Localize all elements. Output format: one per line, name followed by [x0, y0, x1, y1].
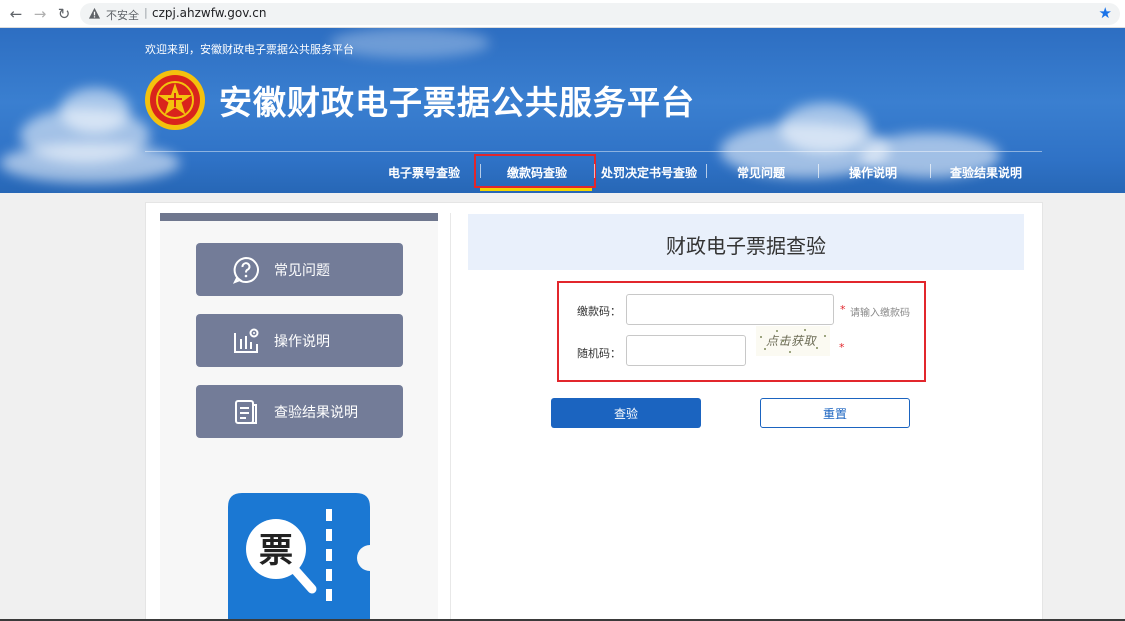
nav-separator — [594, 164, 595, 178]
sidebar-top-bar — [160, 213, 438, 221]
ticket-search-icon: 票 — [228, 493, 370, 621]
nav-item-result-explanation[interactable]: 查验结果说明 — [950, 164, 1022, 181]
content-panel: 常见问题 操作说明 查验结果说明 票 财政电子票据查验 缴款码： * 请输入缴款… — [145, 202, 1043, 621]
payment-code-input[interactable] — [626, 294, 834, 325]
cloud-decoration — [780, 103, 870, 153]
warning-icon[interactable] — [88, 7, 101, 20]
nav-item-invoice-number[interactable]: 电子票号查验 — [388, 164, 460, 181]
nav-item-manual[interactable]: 操作说明 — [849, 164, 897, 181]
nav-separator — [480, 164, 481, 178]
sidebar: 常见问题 操作说明 查验结果说明 票 — [160, 213, 438, 621]
query-form-box: 缴款码： * 请输入缴款码 随机码： 点击获取 * — [557, 281, 926, 382]
nav-item-payment-code[interactable]: 缴款码查验 — [507, 164, 567, 181]
main-nav: 电子票号查验 缴款码查验 处罚决定书号查验 常见问题 操作说明 查验结果说明 — [0, 152, 1125, 192]
url-text[interactable]: czpj.ahzwfw.gov.cn — [152, 6, 266, 20]
ticket-glyph: 票 — [259, 531, 293, 571]
payment-code-hint: 请输入缴款码 — [850, 308, 910, 319]
sidebar-button-label: 常见问题 — [274, 263, 330, 279]
url-separator: | — [144, 6, 148, 19]
nav-separator — [818, 164, 819, 178]
nav-item-faq[interactable]: 常见问题 — [737, 164, 785, 181]
welcome-text: 欢迎来到，安徽财政电子票据公共服务平台 — [145, 43, 354, 56]
sidebar-button-manual[interactable]: 操作说明 — [196, 314, 403, 367]
back-arrow-icon[interactable]: ← — [6, 4, 26, 24]
emblem-icon — [145, 70, 205, 130]
nav-item-penalty-decision[interactable]: 处罚决定书号查验 — [601, 164, 697, 181]
question-icon — [232, 256, 259, 284]
sidebar-button-label: 操作说明 — [274, 334, 330, 350]
nav-separator — [930, 164, 931, 178]
captcha-text: 点击获取 — [766, 334, 817, 348]
sidebar-button-result-explanation[interactable]: 查验结果说明 — [196, 385, 403, 438]
bookmark-star-icon[interactable]: ★ — [1099, 4, 1112, 22]
captcha-image[interactable]: 点击获取 — [756, 326, 830, 356]
captcha-noise — [776, 330, 778, 332]
captcha-noise — [789, 351, 791, 353]
form-title: 财政电子票据查验 — [666, 234, 826, 258]
nav-active-underline — [480, 188, 592, 191]
captcha-noise — [816, 347, 818, 349]
random-code-input[interactable] — [626, 335, 746, 366]
required-mark: * — [839, 341, 845, 354]
cloud-decoration — [330, 28, 490, 58]
cloud-decoration — [60, 88, 130, 133]
site-header: 欢迎来到，安徽财政电子票据公共服务平台 安徽财政电子票据公共服务平台 电子票号查… — [0, 28, 1125, 193]
captcha-noise — [782, 340, 784, 342]
browser-toolbar: ← → ↻ 不安全 | czpj.ahzwfw.gov.cn ★ — [0, 0, 1125, 28]
document-icon — [235, 400, 257, 424]
verify-button[interactable]: 查验 — [551, 398, 701, 428]
payment-code-label: 缴款码： — [577, 305, 621, 318]
reset-button[interactable]: 重置 — [760, 398, 910, 428]
form-title-bar: 财政电子票据查验 — [468, 214, 1024, 270]
forward-arrow-icon[interactable]: → — [30, 4, 50, 24]
captcha-noise — [760, 336, 762, 338]
captcha-noise — [764, 348, 766, 350]
nav-separator — [706, 164, 707, 178]
sidebar-button-faq[interactable]: 常见问题 — [196, 243, 403, 296]
sidebar-button-label: 查验结果说明 — [274, 405, 358, 421]
site-title: 安徽财政电子票据公共服务平台 — [219, 83, 695, 122]
captcha-noise — [824, 335, 826, 337]
required-mark: * — [840, 303, 846, 316]
address-bar[interactable]: 不安全 | czpj.ahzwfw.gov.cn ★ — [80, 3, 1120, 25]
security-label[interactable]: 不安全 — [106, 7, 139, 23]
random-code-label: 随机码： — [577, 347, 621, 360]
captcha-noise — [804, 329, 806, 331]
reload-icon[interactable]: ↻ — [54, 4, 74, 24]
manual-icon — [234, 328, 259, 353]
column-divider — [450, 213, 451, 621]
